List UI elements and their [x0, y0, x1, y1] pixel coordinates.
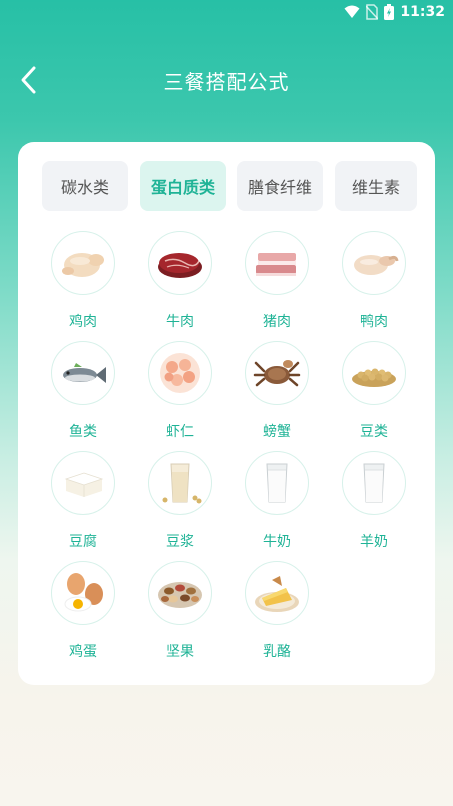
- food-label: 鸡蛋: [69, 644, 97, 660]
- food-image: [245, 451, 309, 515]
- food-label: 豆浆: [166, 534, 194, 550]
- milk-icon: [266, 463, 288, 503]
- soymilk-icon: [162, 463, 202, 504]
- tab-fiber[interactable]: 膳食纤维: [237, 161, 323, 211]
- page-title: 三餐搭配公式: [163, 70, 290, 94]
- food-item-milk[interactable]: 牛奶: [237, 451, 317, 561]
- food-label: 牛奶: [263, 534, 291, 550]
- food-label: 鱼类: [69, 424, 97, 440]
- food-item-pork[interactable]: 猪肉: [237, 231, 317, 341]
- status-bar: 11:32: [0, 0, 453, 26]
- food-image: [342, 341, 406, 405]
- food-label: 豆腐: [69, 534, 97, 550]
- food-item-duck[interactable]: 鸭肉: [334, 231, 414, 341]
- food-image: [51, 341, 115, 405]
- tab-vitamins[interactable]: 维生素: [335, 161, 417, 211]
- food-image: [148, 451, 212, 515]
- crab-icon: [253, 360, 301, 387]
- food-item-shrimp[interactable]: 虾仁: [140, 341, 220, 451]
- food-label: 鸭肉: [360, 314, 388, 330]
- food-image: [51, 561, 115, 625]
- tab-carbs[interactable]: 碳水类: [42, 161, 128, 211]
- nuts-icon: [158, 582, 202, 608]
- food-label: 牛肉: [166, 314, 194, 330]
- tab-protein[interactable]: 蛋白质类: [140, 161, 226, 211]
- food-item-chicken[interactable]: 鸡肉: [43, 231, 123, 341]
- food-item-goat-milk[interactable]: 羊奶: [334, 451, 414, 561]
- food-item-beans[interactable]: 豆类: [334, 341, 414, 451]
- egg-icon: [64, 573, 103, 612]
- battery-charging-icon: [384, 4, 395, 20]
- food-image: [245, 561, 309, 625]
- food-image: [51, 231, 115, 295]
- food-label: 螃蟹: [263, 424, 291, 440]
- status-icons: 11:32: [344, 4, 445, 20]
- status-time: 11:32: [400, 4, 445, 20]
- category-tabs: 碳水类 蛋白质类 膳食纤维 维生素: [42, 161, 418, 213]
- food-image: [245, 231, 309, 295]
- shrimp-icon: [160, 353, 200, 393]
- food-label: 猪肉: [263, 314, 291, 330]
- pork-icon: [256, 253, 296, 276]
- food-item-crab[interactable]: 螃蟹: [237, 341, 317, 451]
- header: 三餐搭配公式: [0, 56, 453, 104]
- food-label: 乳酪: [263, 644, 291, 660]
- food-item-cheese[interactable]: 乳酪: [237, 561, 317, 671]
- chicken-icon: [62, 253, 104, 277]
- beans-icon: [352, 368, 396, 387]
- food-label: 坚果: [166, 644, 194, 660]
- fish-icon: [63, 363, 106, 383]
- food-item-egg[interactable]: 鸡蛋: [43, 561, 123, 671]
- food-item-nuts[interactable]: 坚果: [140, 561, 220, 671]
- food-item-tofu[interactable]: 豆腐: [43, 451, 123, 561]
- food-image: [51, 451, 115, 515]
- food-item-beef[interactable]: 牛肉: [140, 231, 220, 341]
- food-label: 虾仁: [166, 424, 194, 440]
- food-image: [148, 341, 212, 405]
- duck-icon: [354, 255, 399, 275]
- wifi-icon: [344, 5, 360, 18]
- food-image: [148, 231, 212, 295]
- no-sim-icon: [366, 4, 379, 20]
- food-label: 豆类: [360, 424, 388, 440]
- food-label: 鸡肉: [69, 314, 97, 330]
- food-image: [148, 561, 212, 625]
- food-item-fish[interactable]: 鱼类: [43, 341, 123, 451]
- food-item-soymilk[interactable]: 豆浆: [140, 451, 220, 561]
- food-image: [342, 231, 406, 295]
- tofu-icon: [64, 472, 104, 497]
- food-image: [245, 341, 309, 405]
- goat-milk-icon: [363, 463, 385, 503]
- beef-icon: [158, 253, 202, 278]
- food-image: [342, 451, 406, 515]
- food-label: 羊奶: [360, 534, 388, 550]
- food-card: 碳水类 蛋白质类 膳食纤维 维生素 鸡肉 牛肉 猪肉 鸭肉 鱼类 虾仁 螃蟹 豆…: [18, 142, 435, 685]
- cheese-icon: [255, 576, 299, 612]
